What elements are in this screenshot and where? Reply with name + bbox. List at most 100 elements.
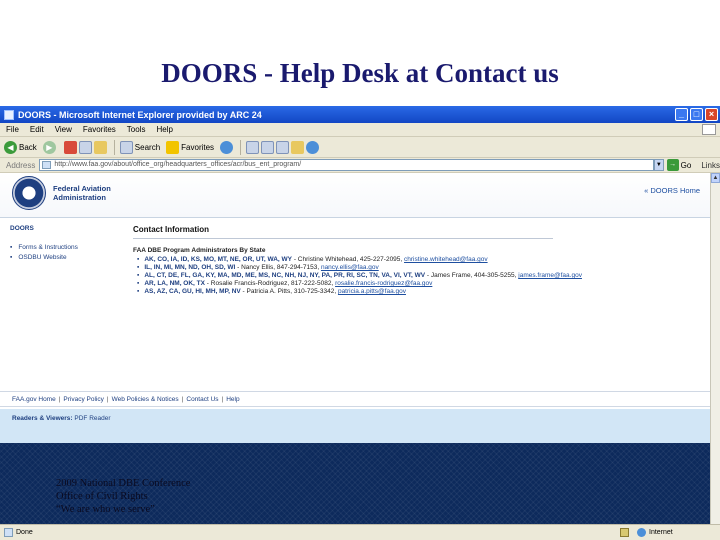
- menu-favorites[interactable]: Favorites: [83, 125, 116, 134]
- vertical-scrollbar[interactable]: ▲: [710, 173, 720, 528]
- menu-file[interactable]: File: [6, 125, 19, 134]
- back-arrow-icon: ◀: [4, 140, 17, 154]
- list-item: ▪ AS, AZ, CA, GU, HI, MH, MP, NV - Patric…: [137, 288, 708, 295]
- left-nav: DOORS ▪ Forms & Instructions ▪ OSDBU Web…: [10, 225, 115, 264]
- nav-item-label: Forms & Instructions: [18, 244, 78, 251]
- forward-arrow-icon: ▶: [42, 140, 56, 154]
- menu-tools[interactable]: Tools: [127, 125, 146, 134]
- ie-app-icon: [4, 109, 14, 120]
- nav-item-forms[interactable]: ▪ Forms & Instructions: [10, 244, 115, 251]
- list-item: ▪ AK, CO, IA, ID, KS, MO, MT, NE, OR, UT,…: [137, 256, 708, 263]
- slide-title: DOORS - Help Desk at Contact us: [161, 58, 559, 88]
- person: - James Frame, 404-305-5255,: [425, 272, 519, 279]
- agency-name[interactable]: Federal Aviation Administration: [53, 184, 143, 202]
- browser-window: DOORS - Microsoft Internet Explorer prov…: [0, 106, 720, 540]
- refresh-icon[interactable]: [78, 140, 92, 154]
- address-label: Address: [6, 160, 36, 170]
- windows-logo-icon: [702, 124, 716, 135]
- address-dropdown-icon[interactable]: ▼: [653, 159, 664, 171]
- stop-icon[interactable]: [63, 140, 77, 154]
- history-icon[interactable]: [220, 140, 234, 154]
- favorites-label: Favorites: [181, 142, 215, 152]
- contact-list: ▪ AK, CO, IA, ID, KS, MO, MT, NE, OR, UT,…: [137, 256, 708, 295]
- address-input[interactable]: http://www.faa.gov/about/office_org/head…: [39, 159, 654, 171]
- states: AS, AZ, CA, GU, HI, MH, MP, NV: [144, 288, 241, 295]
- menu-bar: File Edit View Favorites Tools Help: [0, 123, 720, 137]
- person: - Rosalie Francis-Rodriguez, 817-222-508…: [204, 280, 336, 287]
- separator: |: [221, 396, 224, 403]
- folder-icon[interactable]: [291, 140, 305, 154]
- window-title: DOORS - Microsoft Internet Explorer prov…: [18, 109, 262, 120]
- menu-edit[interactable]: Edit: [30, 125, 44, 134]
- edit-icon[interactable]: [276, 140, 290, 154]
- bullet: ▪: [137, 272, 140, 279]
- conference-line: “We are who we serve”: [56, 504, 155, 515]
- print-icon[interactable]: [261, 140, 275, 154]
- scroll-up-icon[interactable]: ▲: [711, 173, 720, 183]
- footer-link-help[interactable]: Help: [226, 396, 239, 403]
- footer-link-faa-home[interactable]: FAA.gov Home: [12, 396, 56, 403]
- favorites-button[interactable]: Favorites: [166, 140, 215, 154]
- footer-links: FAA.gov Home | Privacy Policy | Web Policies…: [0, 391, 710, 407]
- email-link[interactable]: rosalie.francis-rodriguez@faa.gov: [335, 280, 432, 287]
- person: - Patricia A. Pitts, 310-725-3342,: [240, 288, 338, 295]
- zone-text: Internet: [649, 529, 673, 536]
- search-icon: [119, 140, 133, 154]
- main-content: Contact Information FAA DBE Program Admi…: [133, 225, 708, 296]
- email-link[interactable]: nancy.ellis@faa.gov: [321, 264, 379, 271]
- bullet: ▪: [137, 288, 140, 295]
- states: AR, LA, NM, OK, TX: [144, 280, 205, 287]
- section-heading: FAA DBE Program Administrators By State: [133, 247, 266, 254]
- links-label[interactable]: Links: [701, 161, 720, 170]
- list-item: ▪ AL, CT, DE, FL, GA, KY, MA, MD, ME, MS,…: [137, 272, 708, 279]
- footer-link-privacy[interactable]: Privacy Policy: [63, 396, 103, 403]
- separator: |: [181, 396, 184, 403]
- forward-button[interactable]: ▶: [42, 140, 58, 154]
- standard-toolbar: ◀ Back ▶ Search Favorites: [0, 137, 720, 158]
- pdf-reader-link[interactable]: PDF Reader: [74, 415, 110, 422]
- status-text: Done: [16, 529, 33, 536]
- bullet: ▪: [10, 244, 13, 251]
- doors-home-link[interactable]: « DOORS Home: [644, 186, 700, 195]
- mail-icon[interactable]: [246, 140, 260, 154]
- bullet: ▪: [137, 280, 140, 287]
- bullet: ▪: [10, 254, 13, 261]
- maximize-button[interactable]: □: [690, 108, 703, 121]
- footer-link-web-policies[interactable]: Web Policies & Notices: [112, 396, 179, 403]
- messenger-icon[interactable]: [306, 140, 320, 154]
- footer-link-contact[interactable]: Contact Us: [186, 396, 218, 403]
- conference-line: 2009 National DBE Conference: [56, 478, 191, 489]
- home-icon[interactable]: [93, 140, 107, 154]
- faa-seal-logo[interactable]: [12, 176, 46, 210]
- menu-view[interactable]: View: [55, 125, 72, 134]
- states: IL, IN, MI, MN, ND, OH, SD, WI: [144, 264, 236, 271]
- email-link[interactable]: christine.whitehead@faa.gov: [404, 256, 488, 263]
- list-item: ▪ AR, LA, NM, OK, TX - Rosalie Francis-Ro…: [137, 280, 708, 287]
- bullet: ▪: [137, 256, 140, 263]
- nav-heading[interactable]: DOORS: [10, 225, 115, 232]
- go-arrow-icon: →: [666, 159, 679, 171]
- bullet: ▪: [137, 264, 140, 271]
- lock-icon: [620, 528, 629, 537]
- page-done-icon: [4, 528, 13, 537]
- email-link[interactable]: patricia.a.pitts@faa.gov: [338, 288, 406, 295]
- minimize-button[interactable]: _: [675, 108, 688, 121]
- back-button[interactable]: ◀ Back: [4, 140, 37, 154]
- nav-item-osdbu[interactable]: ▪ OSDBU Website: [10, 254, 115, 261]
- close-button[interactable]: ×: [705, 108, 718, 121]
- nav-item-label: OSDBU Website: [18, 254, 67, 261]
- menu-help[interactable]: Help: [156, 125, 172, 134]
- email-link[interactable]: james.frame@faa.gov: [518, 272, 582, 279]
- go-button[interactable]: → Go: [666, 159, 691, 171]
- window-titlebar[interactable]: DOORS - Microsoft Internet Explorer prov…: [0, 106, 720, 123]
- status-bar: Done Internet: [0, 524, 720, 540]
- search-button[interactable]: Search: [119, 140, 160, 154]
- list-item: ▪ IL, IN, MI, MN, ND, OH, SD, WI - Nancy …: [137, 264, 708, 271]
- address-bar: Address http://www.faa.gov/about/office_…: [0, 158, 720, 173]
- faa-header: Federal Aviation Administration « DOORS …: [0, 173, 710, 218]
- states: AK, CO, IA, ID, KS, MO, MT, NE, OR, UT, …: [144, 256, 293, 263]
- person: - Christine Whitehead, 425-227-2095,: [292, 256, 405, 263]
- page-icon: [42, 161, 52, 169]
- conference-footer: 2009 National DBE Conference Office of C…: [56, 477, 190, 516]
- back-label: Back: [19, 142, 37, 152]
